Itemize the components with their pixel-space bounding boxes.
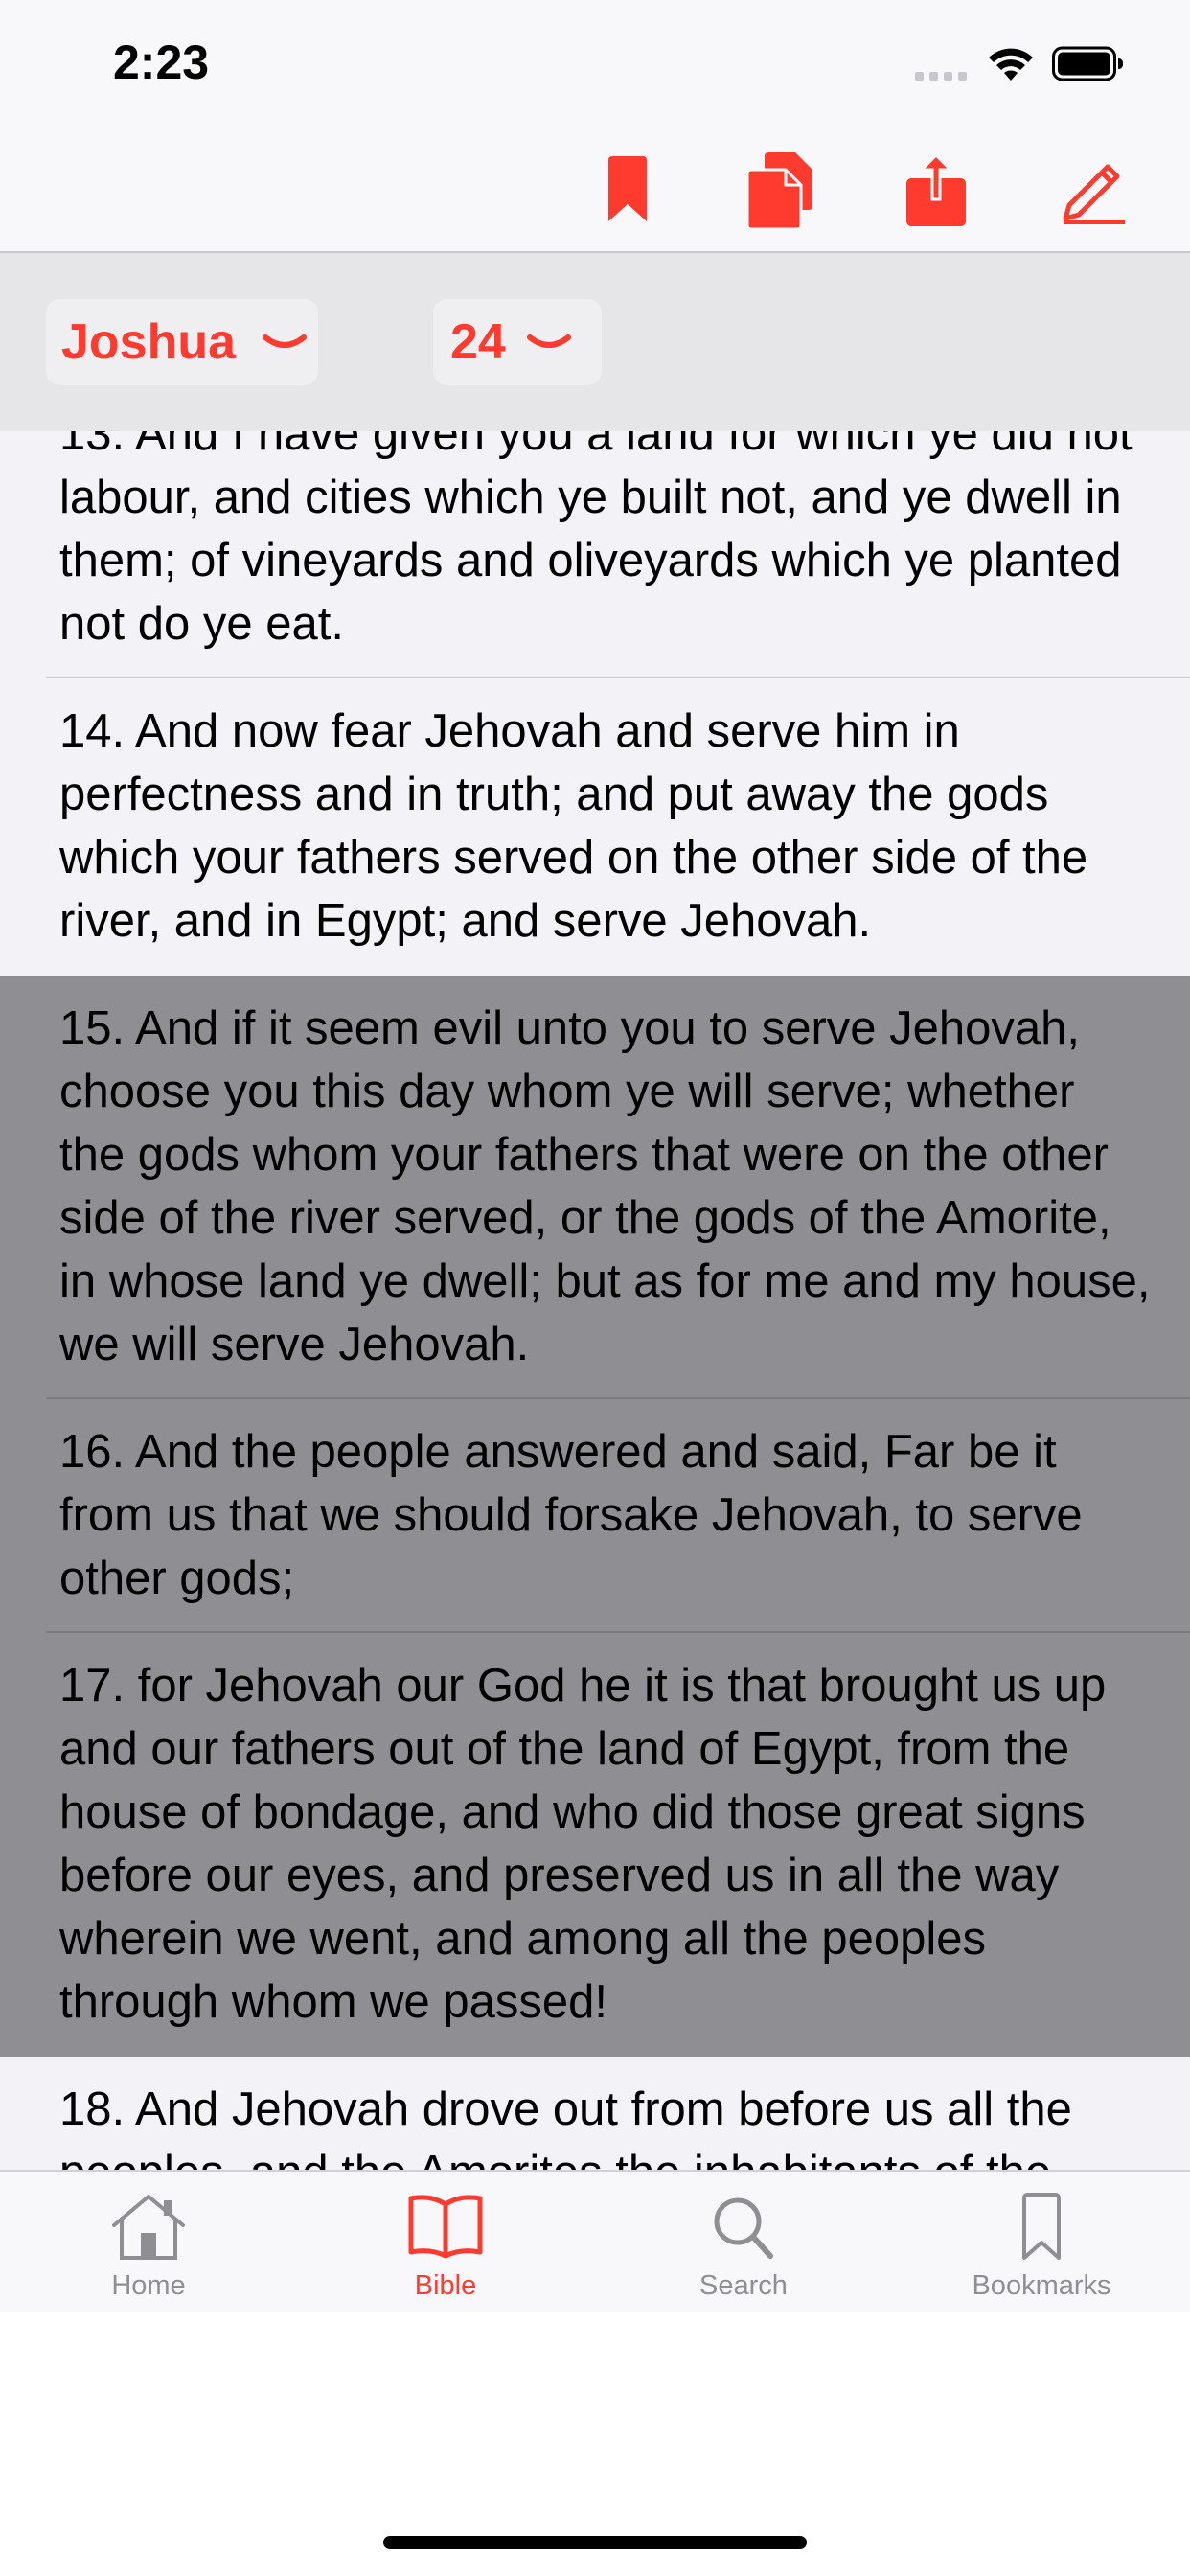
verse-text: 17. for Jehovah our God he it is that br… [59,1660,1107,2028]
verse-row[interactable]: 18. And Jehovah drove out from before us… [0,2057,1190,2170]
tab-label: Home [111,2270,186,2301]
home-icon [112,2195,185,2260]
share-icon [906,153,966,226]
verse-row-selected[interactable]: 15. And if it seem evil unto you to serv… [0,976,1190,1399]
battery-icon [1052,46,1123,81]
chevron-down-icon [263,334,308,348]
verse-text: 18. And Jehovah drove out from before us… [59,2083,1072,2170]
tab-label: Search [699,2270,788,2301]
cellular-signal-icon [915,72,967,80]
tab-home[interactable]: Home [34,2193,263,2302]
tab-bookmarks[interactable]: Bookmarks [927,2193,1156,2302]
tab-bar: Home Bible Search Bookmarks [0,2170,1190,2312]
copy-button[interactable] [743,150,819,230]
search-icon [714,2197,773,2259]
wifi-icon [989,48,1033,80]
bookmark-icon [1022,2193,1061,2260]
tab-bible[interactable]: Bible [331,2193,561,2302]
verse-text: 13. And I have given you a land for whic… [59,431,1133,650]
edit-icon [1063,164,1125,224]
chevron-down-icon [526,334,571,348]
book-chapter-selector: Joshua 24 [0,253,1190,431]
verse-list[interactable]: 13. And I have given you a land for whic… [0,431,1190,2170]
verse-row-selected[interactable]: 16. And the people answered and said, Fa… [0,1399,1190,1633]
share-button[interactable] [898,150,974,230]
verse-action-toolbar [0,126,1190,253]
book-picker[interactable]: Joshua [46,299,318,385]
verse-row[interactable]: 13. And I have given you a land for whic… [0,431,1190,678]
verse-row-selected[interactable]: 17. for Jehovah our God he it is that br… [0,1633,1190,2057]
edit-button[interactable] [1056,150,1133,230]
status-bar: 2:23 [0,0,1190,126]
book-picker-label: Joshua [61,314,237,370]
tab-label: Bible [414,2270,477,2301]
book-icon [408,2195,483,2259]
bookmark-button[interactable] [589,150,666,230]
copy-icon [747,152,812,229]
verse-row[interactable]: 14. And now fear Jehovah and serve him i… [0,678,1190,976]
status-time: 2:23 [113,35,210,89]
verse-text: 14. And now fear Jehovah and serve him i… [59,705,1088,947]
chapter-picker-label: 24 [450,314,506,370]
home-indicator[interactable] [383,2536,807,2549]
tab-search[interactable]: Search [629,2193,858,2302]
verse-text: 15. And if it seem evil unto you to serv… [59,1002,1151,1370]
bookmark-icon [608,156,647,221]
tab-label: Bookmarks [972,2270,1111,2301]
chapter-picker[interactable]: 24 [433,299,602,385]
verse-text: 16. And the people answered and said, Fa… [59,1426,1083,1604]
